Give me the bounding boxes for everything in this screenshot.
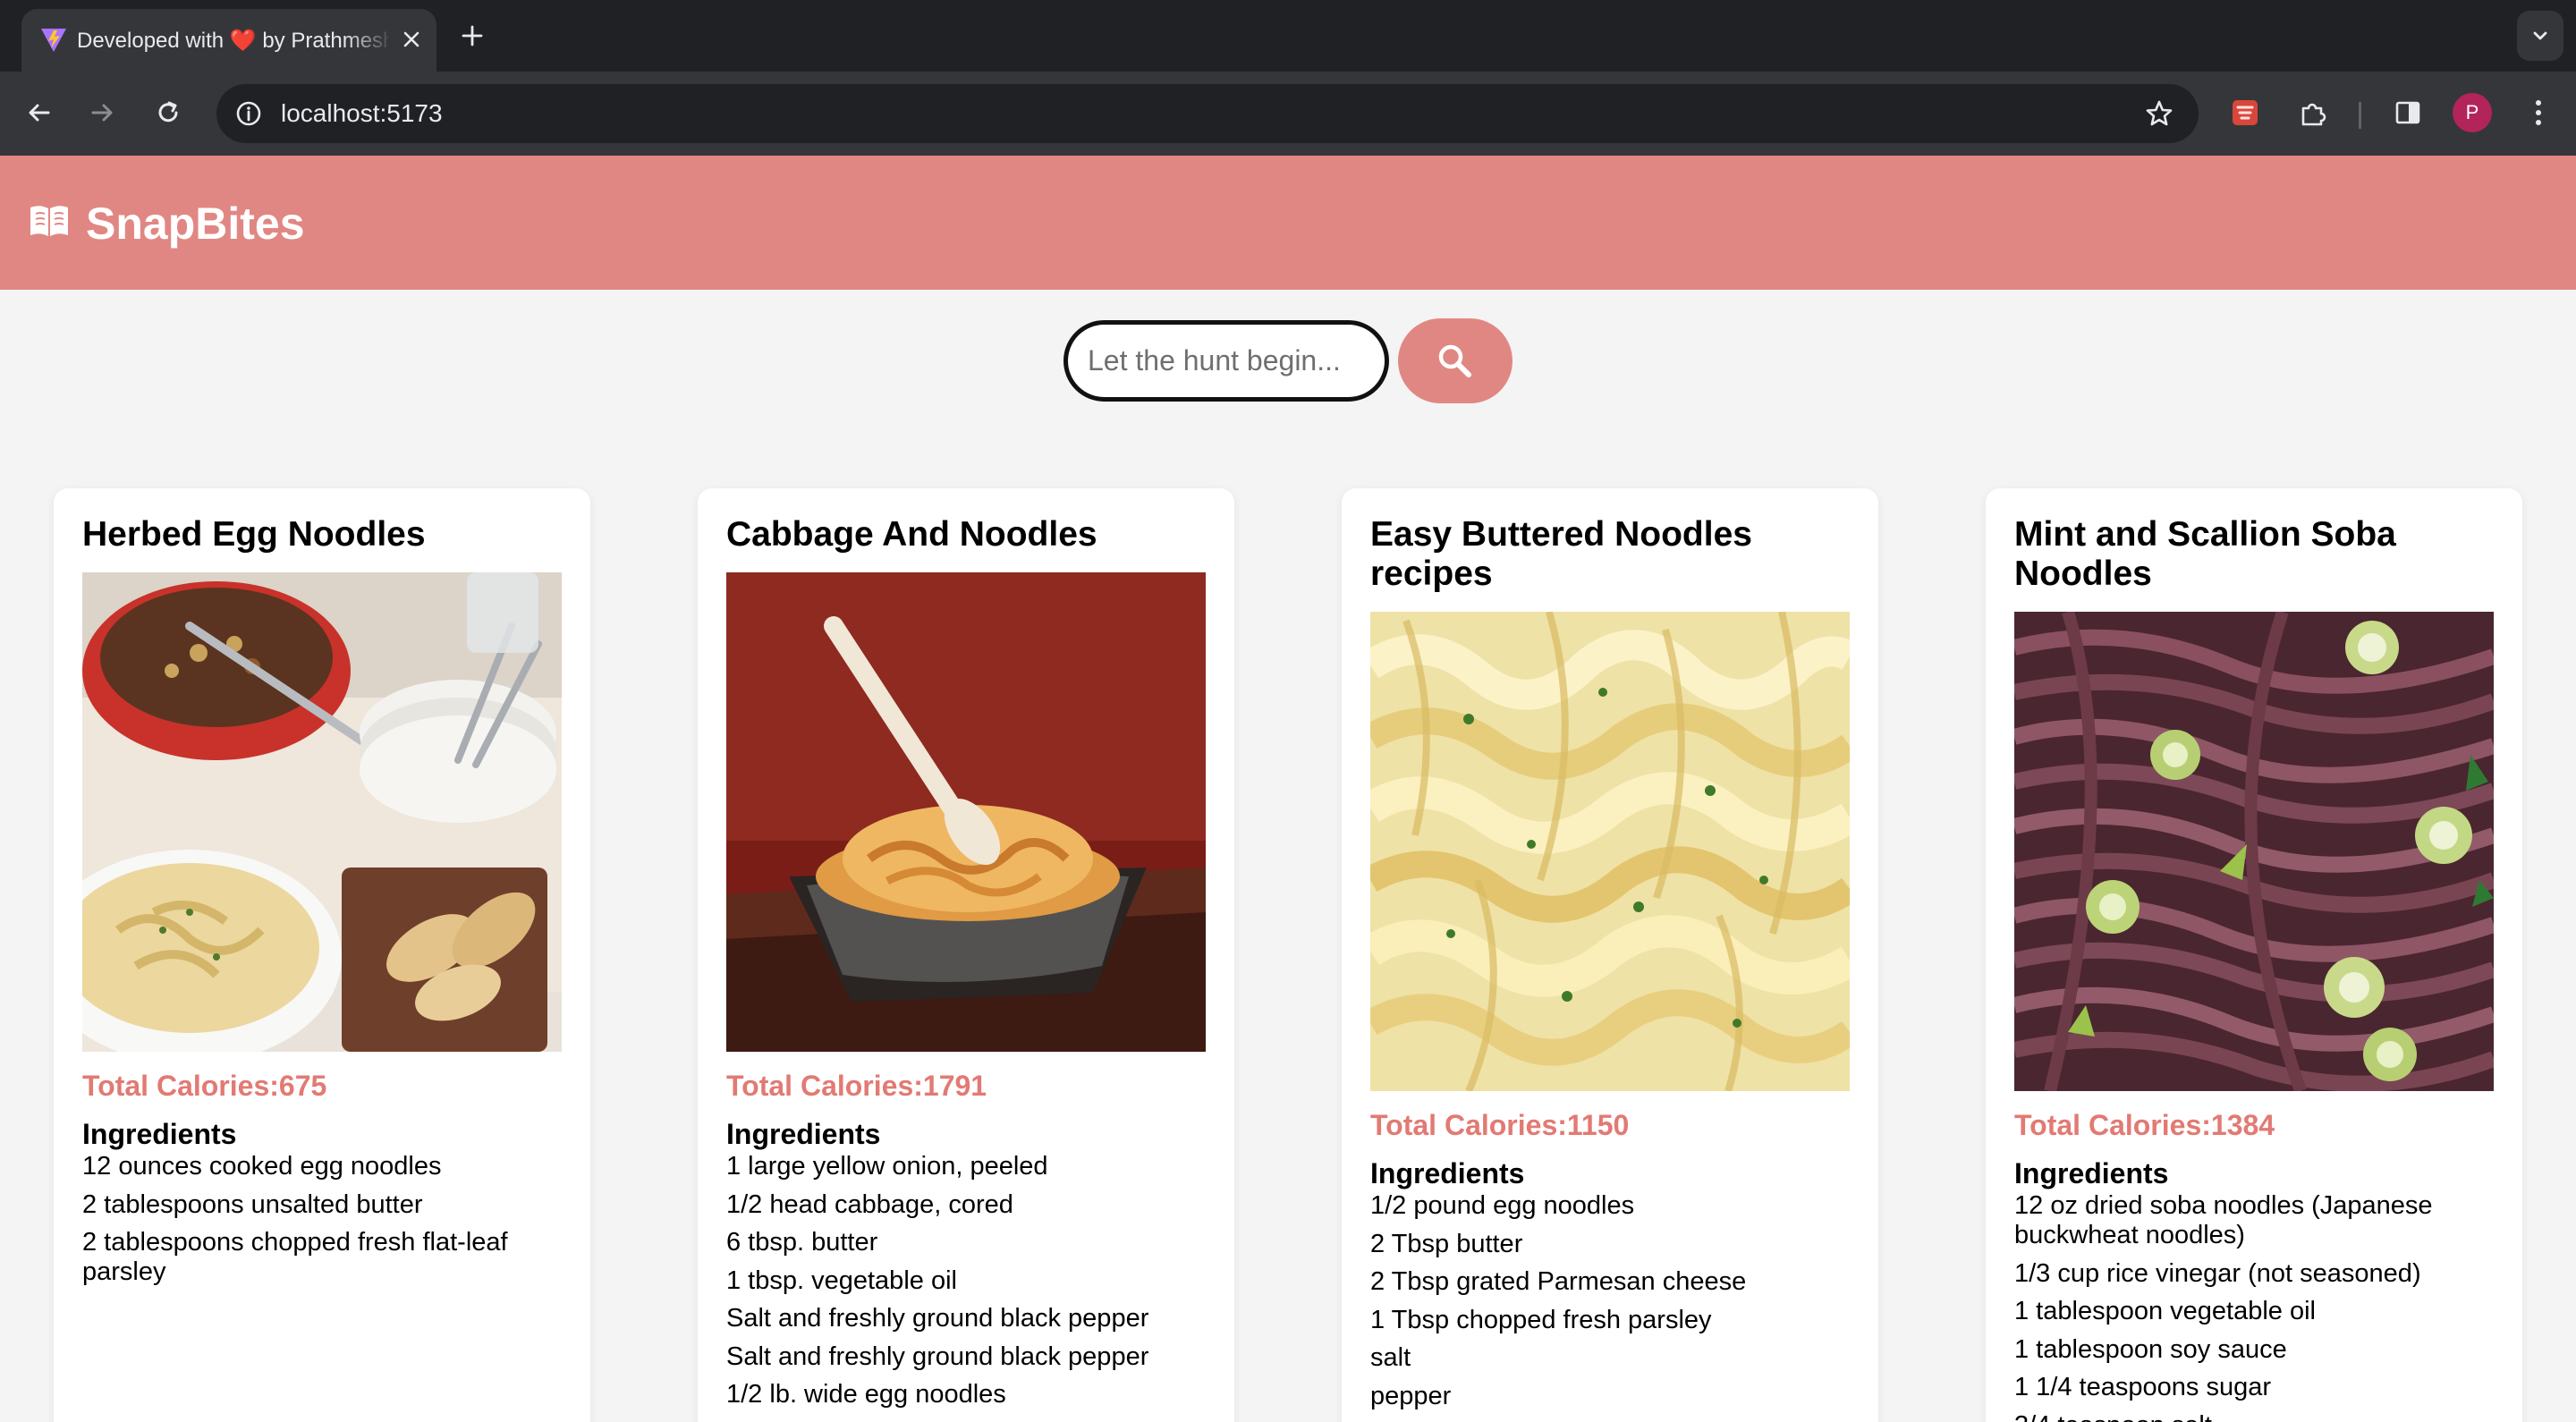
search-icon: [1438, 344, 1471, 377]
total-calories: Total Calories:1384: [2014, 1109, 2275, 1141]
recipe-card[interactable]: Herbed Egg Noodles Total Calories:675 In…: [54, 488, 590, 1422]
ingredient-item: 2 Tbsp grated Parmesan cheese: [1370, 1267, 1747, 1296]
herbed-egg-noodles-photo: [82, 572, 562, 1052]
close-tab-icon[interactable]: [395, 23, 428, 55]
browser-toolbar: localhost:5173 P: [0, 72, 2576, 156]
recipe-image[interactable]: [2014, 612, 2494, 1091]
ingredient-item: 2 Tbsp butter: [1370, 1229, 1523, 1258]
ingredients-heading: Ingredients: [726, 1118, 881, 1150]
ingredient-item: 1 tablespoon vegetable oil: [2014, 1297, 2316, 1325]
cabbage-and-noodles-photo: [726, 572, 1206, 1052]
address-bar[interactable]: localhost:5173: [216, 84, 2199, 143]
browser-tab[interactable]: Developed with ❤️ by Prathmesh: [21, 9, 436, 72]
ingredient-item: Salt and freshly ground black pepper: [726, 1304, 1149, 1333]
ingredient-item: Salt and freshly ground black pepper: [726, 1342, 1149, 1371]
extension-icon[interactable]: [2224, 91, 2267, 134]
recipe-image[interactable]: [1370, 612, 1850, 1091]
ingredient-item: 12 oz dried soba noodles (Japanese buckw…: [2014, 1191, 2433, 1249]
total-calories: Total Calories:1791: [726, 1070, 987, 1102]
recipe-title: Mint and Scallion Soba Noodles: [2014, 515, 2396, 593]
ingredient-item: 1 Tbsp chopped fresh parsley: [1370, 1305, 1712, 1334]
ingredient-item: 1/2 pound egg noodles: [1370, 1191, 1635, 1220]
search-button[interactable]: [1398, 318, 1513, 403]
url-text[interactable]: localhost:5173: [281, 97, 443, 130]
recipe-card[interactable]: Easy Buttered Noodles recipes Total Calo…: [1342, 488, 1878, 1422]
ingredient-item: 3/4 teaspoon salt: [2014, 1411, 2494, 1422]
forward-arrow-icon[interactable]: [80, 91, 123, 134]
back-arrow-icon[interactable]: [18, 91, 61, 134]
recipe-title: Easy Buttered Noodles recipes: [1370, 515, 1752, 593]
ingredients-heading: Ingredients: [1370, 1157, 1525, 1189]
app-header: SnapBites: [0, 156, 2576, 290]
ingredient-item: 1/3 cup rice vinegar (not seasoned): [2014, 1258, 2421, 1288]
vite-favicon-icon: [41, 29, 66, 52]
reload-icon[interactable]: [147, 91, 190, 134]
extensions-puzzle-icon[interactable]: [2292, 91, 2334, 134]
ingredients-list: 12 oz dried soba noodles (Japanese buckw…: [2014, 1191, 2494, 1422]
total-calories: Total Calories:1150: [1370, 1109, 1630, 1141]
ingredient-item: 12 ounces cooked egg noodles: [82, 1152, 442, 1181]
ingredient-item: 2 tablespoons unsalted butter: [82, 1189, 423, 1219]
tab-title: Developed with ❤️ by Prathmesh: [77, 29, 388, 53]
ingredients-heading: Ingredients: [2014, 1157, 2169, 1189]
easy-buttered-noodles-photo: [1370, 612, 1850, 1091]
ingredient-item: 1/2 lb. wide egg noodles: [726, 1380, 1006, 1409]
recipe-card[interactable]: Cabbage And Noodles Total Calories:1791 …: [698, 488, 1234, 1422]
profile-avatar[interactable]: P: [2453, 93, 2492, 132]
browser-menu-icon[interactable]: [2517, 91, 2560, 134]
ingredient-item: salt: [1370, 1343, 1411, 1372]
browser-tab-strip: Developed with ❤️ by Prathmesh: [0, 0, 2576, 72]
tab-title-fade: [343, 18, 394, 63]
ingredient-item: pepper: [1370, 1381, 1452, 1410]
ingredient-item: 1 large yellow onion, peeled: [726, 1152, 1048, 1181]
toolbar-divider: [2359, 102, 2361, 129]
recipe-image[interactable]: [726, 572, 1206, 1052]
site-info-icon[interactable]: [227, 92, 270, 135]
ingredient-item: 1 tbsp. vegetable oil: [726, 1265, 957, 1295]
ingredients-list: 1 large yellow onion, peeled 1/2 head ca…: [726, 1152, 1206, 1418]
bookmark-star-icon[interactable]: [2138, 92, 2181, 135]
ingredient-item: 1 tablespoon soy sauce: [2014, 1334, 2287, 1364]
recipe-title: Cabbage And Noodles: [726, 515, 1097, 554]
ingredient-item: 2 tablespoons chopped fresh flat-leaf pa…: [82, 1228, 508, 1286]
ingredient-item: 1/2 head cabbage, cored: [726, 1189, 1013, 1219]
ingredients-heading: Ingredients: [82, 1118, 237, 1150]
ingredient-item: 1 1/4 teaspoons sugar: [2014, 1373, 2271, 1401]
ingredients-list: 12 ounces cooked egg noodles 2 tablespoo…: [82, 1152, 562, 1296]
recipe-search-input[interactable]: [1063, 320, 1389, 402]
recipe-image[interactable]: [82, 572, 562, 1052]
total-calories: Total Calories:675: [82, 1070, 327, 1102]
side-panel-icon[interactable]: [2386, 91, 2429, 134]
ingredient-item: 6 tbsp. butter: [726, 1228, 878, 1257]
brand-title[interactable]: SnapBites: [86, 199, 305, 249]
recipe-card[interactable]: Mint and Scallion Soba Noodles Total Cal…: [1986, 488, 2522, 1422]
recipe-title: Herbed Egg Noodles: [82, 515, 426, 554]
tab-search-chevron-down-icon[interactable]: [2517, 11, 2563, 61]
new-tab-plus-icon[interactable]: [454, 18, 490, 54]
open-book-icon: [30, 206, 68, 236]
ingredients-list: 1/2 pound egg noodles 2 Tbsp butter 2 Tb…: [1370, 1191, 1850, 1419]
mint-and-scallion-soba-noodles-photo: [2014, 612, 2494, 1091]
